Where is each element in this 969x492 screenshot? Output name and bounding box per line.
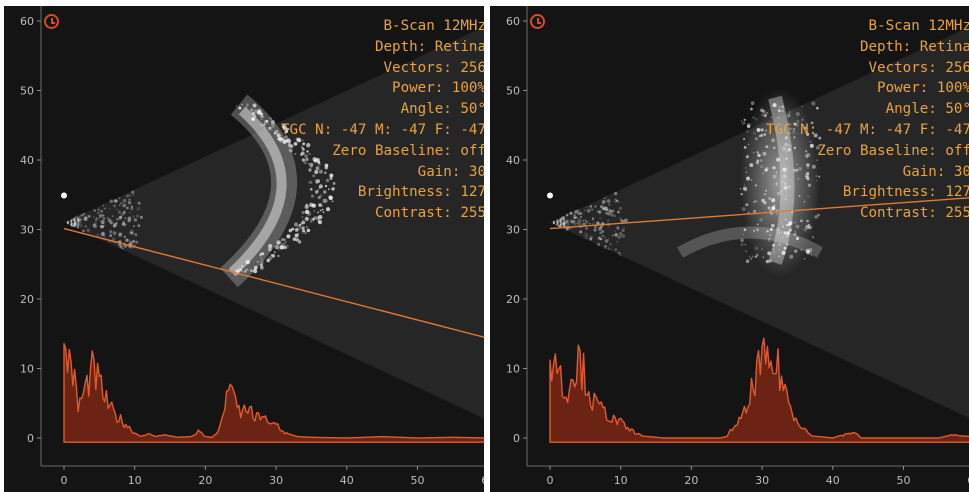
x-tick-label: 10 <box>128 474 142 487</box>
x-tick-label: 50 <box>411 474 425 487</box>
probe-echo <box>556 219 559 226</box>
x-tick-label: 40 <box>340 474 354 487</box>
y-tick-label: 60 <box>506 15 520 28</box>
scan-parameter-line: Brightness: 127 <box>357 184 484 201</box>
scan-parameter-line: Gain: 30 <box>902 163 969 180</box>
y-tick-label: 30 <box>506 224 520 237</box>
y-tick-label: 20 <box>20 293 34 306</box>
scan-parameter-line: Vectors: 256 <box>868 59 969 76</box>
x-tick-label: 30 <box>755 474 769 487</box>
scan-parameter-line: Gain: 30 <box>417 163 484 180</box>
scan-parameter-line: Zero Baseline: off <box>817 142 969 159</box>
y-tick-label: 10 <box>20 363 34 376</box>
scan-parameters-right: B-Scan 12MHz Depth: Retina Vectors: 256 Pow… <box>766 16 969 224</box>
y-tick-label: 0 <box>513 432 520 445</box>
x-tick-label: 0 <box>547 474 554 487</box>
probe-marker <box>61 192 67 199</box>
y-tick-label: 60 <box>20 15 34 28</box>
probe-marker <box>547 192 553 199</box>
y-tick-label: 40 <box>506 154 520 167</box>
scan-parameter-line: Angle: 50° <box>400 101 484 118</box>
x-tick-label: 30 <box>269 474 283 487</box>
x-tick-label: 0 <box>61 474 68 487</box>
scan-parameter-line: TGC N: -47 M: -47 F: -47 <box>281 121 484 138</box>
x-tick-label: 10 <box>614 474 628 487</box>
scan-parameter-line: Vectors: 256 <box>383 59 485 76</box>
scan-parameter-line: B-Scan 12MHz <box>868 18 969 34</box>
x-tick-label: 50 <box>897 474 911 487</box>
probe-echo <box>70 219 73 226</box>
clock-icon[interactable] <box>530 14 545 29</box>
y-tick-label: 50 <box>20 85 34 98</box>
b-scan-panel-right[interactable]: 01020304050600102030405060 B-Scan 12MHzD… <box>490 6 969 492</box>
y-tick-label: 30 <box>20 224 34 237</box>
scan-parameter-line: Power: 100% <box>392 80 484 97</box>
scan-parameter-line: Brightness: 127 <box>842 184 969 201</box>
scan-parameter-line: TGC N: -47 M: -47 F: -47 <box>766 121 969 138</box>
scan-parameter-line: Depth: Retina <box>374 38 484 55</box>
x-tick-label: 60 <box>481 474 484 487</box>
x-tick-label: 20 <box>684 474 698 487</box>
scan-parameter-line: Angle: 50° <box>885 101 969 118</box>
scan-parameter-line: Power: 100% <box>877 80 969 97</box>
x-tick-label: 40 <box>826 474 840 487</box>
scan-parameters-left: B-Scan 12MHz Depth: Retina Vectors: 256 Pow… <box>281 16 484 224</box>
scan-parameter-line: Contrast: 255 <box>859 205 969 222</box>
scan-parameter-line: Depth: Retina <box>859 38 969 55</box>
x-tick-label: 20 <box>198 474 212 487</box>
b-scan-panel-left[interactable]: 0 10 20 30 40 50 60 0 10 20 30 40 50 60 B-Scan 12MHz D… <box>4 6 484 492</box>
clock-icon[interactable] <box>44 14 59 29</box>
y-tick-label: 40 <box>20 154 34 167</box>
probe-echo <box>559 218 562 228</box>
y-tick-label: 10 <box>506 363 520 376</box>
scan-parameter-line: B-Scan 12MHz <box>383 18 485 34</box>
scan-parameter-line: Zero Baseline: off <box>332 142 484 159</box>
y-tick-label: 20 <box>506 293 520 306</box>
y-tick-label: 50 <box>506 85 520 98</box>
scan-parameter-line: Contrast: 255 <box>374 205 484 222</box>
y-tick-label: 0 <box>27 432 34 445</box>
probe-echo <box>73 218 76 228</box>
